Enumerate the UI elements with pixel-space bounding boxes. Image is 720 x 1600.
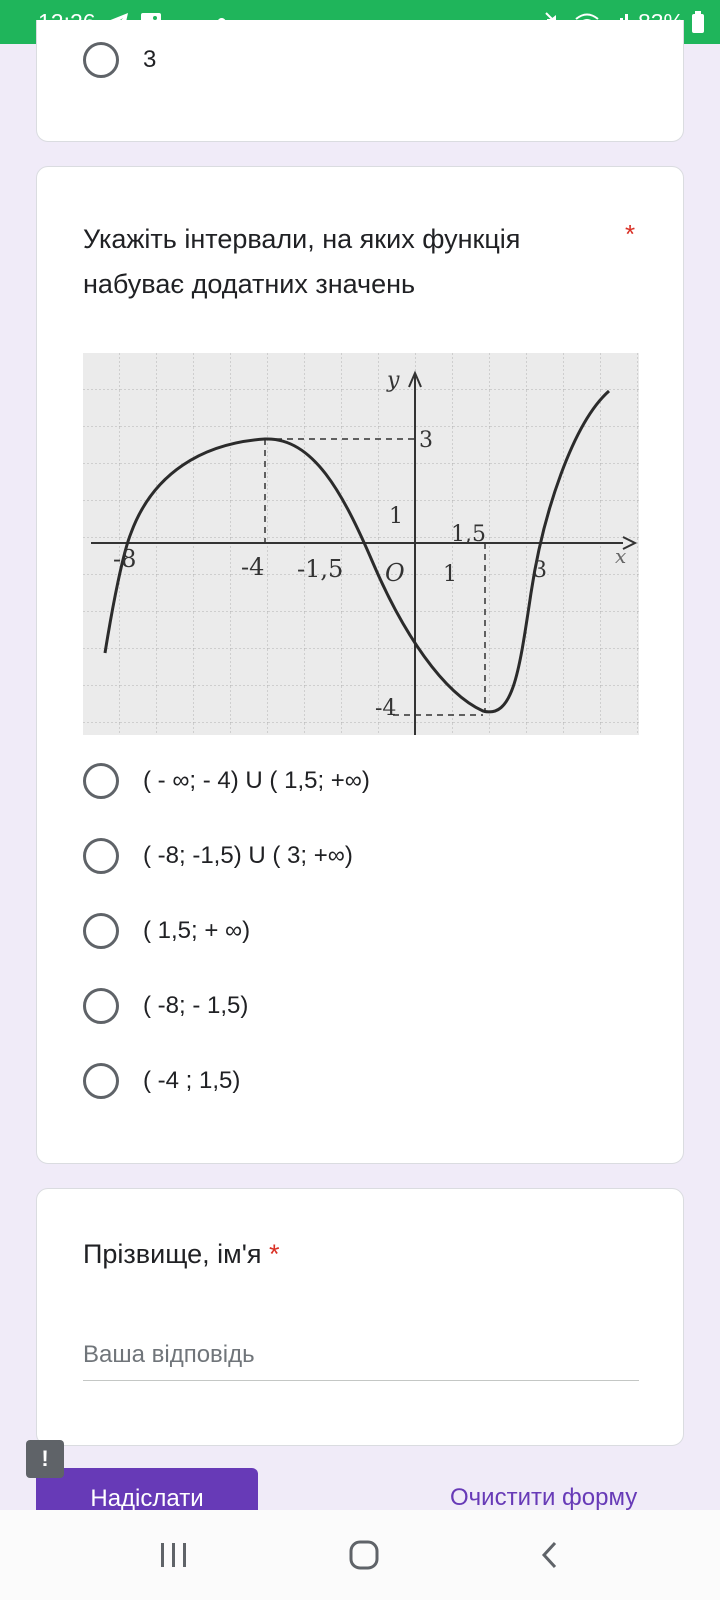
tick-label: -1,5 (297, 555, 343, 583)
function-graph: -8 -4 -1,5 O 1 1,5 3 1 3 -4 y x (83, 353, 639, 735)
prev-question-card: 3 (36, 20, 684, 142)
required-asterisk: * (269, 1239, 280, 1269)
name-question-card: Прізвище, ім'я * Ваша відповідь (36, 1188, 684, 1446)
alert-icon[interactable]: ! (26, 1440, 64, 1478)
answer-option[interactable]: ( -4 ; 1,5) (83, 1063, 240, 1099)
clear-form-button[interactable]: Очистити форму (450, 1484, 637, 1512)
option-label: ( -8; -1,5) U ( 3; +∞) (143, 842, 353, 869)
y-axis-label: y (386, 368, 400, 393)
x-axis-label: x (615, 544, 626, 568)
home-icon[interactable] (348, 1539, 380, 1571)
answer-option[interactable]: ( -8; -1,5) U ( 3; +∞) (83, 838, 353, 874)
tick-label: 1 (443, 562, 457, 587)
prev-option[interactable]: 3 (83, 42, 156, 78)
tick-label: -4 (241, 553, 264, 581)
radio-button[interactable] (83, 1063, 119, 1099)
back-icon[interactable] (539, 1540, 561, 1570)
question-image: -8 -4 -1,5 O 1 1,5 3 1 3 -4 y x (83, 353, 639, 735)
tick-label: -4 (375, 696, 396, 721)
question-card: Укажіть інтервали, на яких функція набув… (36, 166, 684, 1164)
answer-option[interactable]: ( - ∞; - 4) U ( 1,5; +∞) (83, 763, 370, 799)
radio-button[interactable] (83, 42, 119, 78)
radio-button[interactable] (83, 913, 119, 949)
answer-option[interactable]: ( -8; - 1,5) (83, 988, 248, 1024)
option-label: ( -8; - 1,5) (143, 992, 249, 1019)
radio-button[interactable] (83, 763, 119, 799)
option-label: ( 1,5; + ∞) (143, 917, 251, 944)
navigation-bar (0, 1510, 720, 1600)
tick-label: 1,5 (451, 522, 486, 547)
name-question-label: Прізвище, ім'я (83, 1239, 262, 1269)
battery-icon (692, 11, 704, 33)
radio-button[interactable] (83, 838, 119, 874)
option-label: ( -4 ; 1,5) (143, 1067, 241, 1094)
option-label: 3 (143, 46, 157, 73)
radio-button[interactable] (83, 988, 119, 1024)
tick-label: 1 (389, 504, 403, 529)
origin-label: O (385, 559, 405, 587)
tick-label: 3 (533, 558, 547, 583)
question-title: Укажіть інтервали, на яких функція набув… (83, 224, 521, 299)
option-label: ( - ∞; - 4) U ( 1,5; +∞) (143, 767, 370, 794)
required-asterisk: * (625, 219, 636, 249)
answer-option[interactable]: ( 1,5; + ∞) (83, 913, 250, 949)
tick-label: -8 (113, 545, 136, 573)
name-question-title: Прізвище, ім'я * (83, 1239, 280, 1270)
name-answer-input[interactable]: Ваша відповідь (83, 1327, 639, 1381)
tick-label: 3 (419, 428, 433, 453)
recent-apps-icon[interactable] (159, 1541, 189, 1569)
